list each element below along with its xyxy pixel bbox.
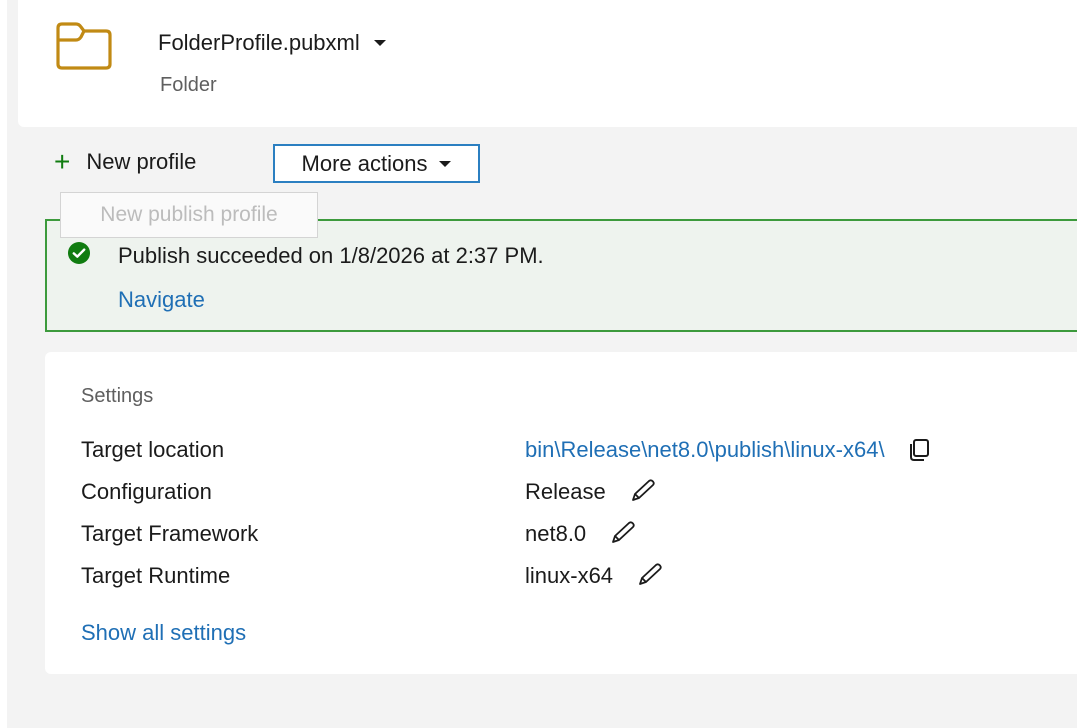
settings-title: Settings xyxy=(81,385,154,407)
target-framework-value: net8.0 xyxy=(525,521,587,546)
success-check-icon xyxy=(68,242,90,264)
edit-icon[interactable] xyxy=(626,479,658,505)
profile-header: FolderProfile.pubxml Folder xyxy=(18,0,1077,127)
target-location-link[interactable]: bin\Release\net8.0\publish\linux-x64\ xyxy=(525,437,885,463)
edit-icon[interactable] xyxy=(633,563,665,589)
show-all-settings-link[interactable]: Show all settings xyxy=(81,620,246,646)
setting-row-configuration: Release xyxy=(525,479,658,505)
setting-row-target-framework: net8.0 xyxy=(525,521,638,547)
profile-name: FolderProfile.pubxml xyxy=(158,30,360,55)
chevron-down-icon xyxy=(373,40,386,46)
left-edge xyxy=(0,0,7,728)
tooltip: New publish profile xyxy=(60,192,318,238)
profile-type: Folder xyxy=(160,74,217,96)
publish-status-message: Publish succeeded on 1/8/2026 at 2:37 PM… xyxy=(118,243,544,268)
profile-selector[interactable]: FolderProfile.pubxml xyxy=(158,30,386,56)
configuration-value: Release xyxy=(525,479,606,504)
new-profile-label: New profile xyxy=(86,149,197,174)
more-actions-button[interactable]: More actions xyxy=(273,144,480,183)
more-actions-label: More actions xyxy=(301,150,428,176)
setting-row-target-location: bin\Release\net8.0\publish\linux-x64\ xyxy=(525,437,937,463)
plus-icon: + xyxy=(54,146,71,177)
setting-row-target-runtime: linux-x64 xyxy=(525,563,665,589)
navigate-link[interactable]: Navigate xyxy=(118,287,205,313)
setting-label-target-runtime: Target Runtime xyxy=(81,563,231,588)
setting-label-configuration: Configuration xyxy=(81,479,212,504)
setting-label-target-framework: Target Framework xyxy=(81,521,259,546)
copy-icon[interactable] xyxy=(905,437,937,463)
edit-icon[interactable] xyxy=(606,521,638,547)
chevron-down-icon xyxy=(439,160,452,167)
new-profile-button[interactable]: + New profile xyxy=(54,148,196,176)
settings-panel: Settings Target location bin\Release\net… xyxy=(45,352,1077,674)
setting-label-target-location: Target location xyxy=(81,437,225,462)
folder-icon xyxy=(56,22,112,70)
target-runtime-value: linux-x64 xyxy=(525,563,614,588)
